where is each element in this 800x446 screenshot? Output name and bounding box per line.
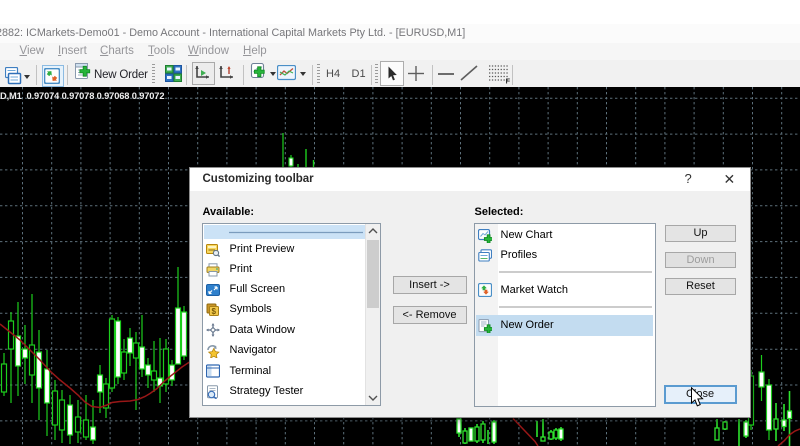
svg-text:F: F xyxy=(506,77,511,85)
svg-text:$: $ xyxy=(211,307,216,316)
